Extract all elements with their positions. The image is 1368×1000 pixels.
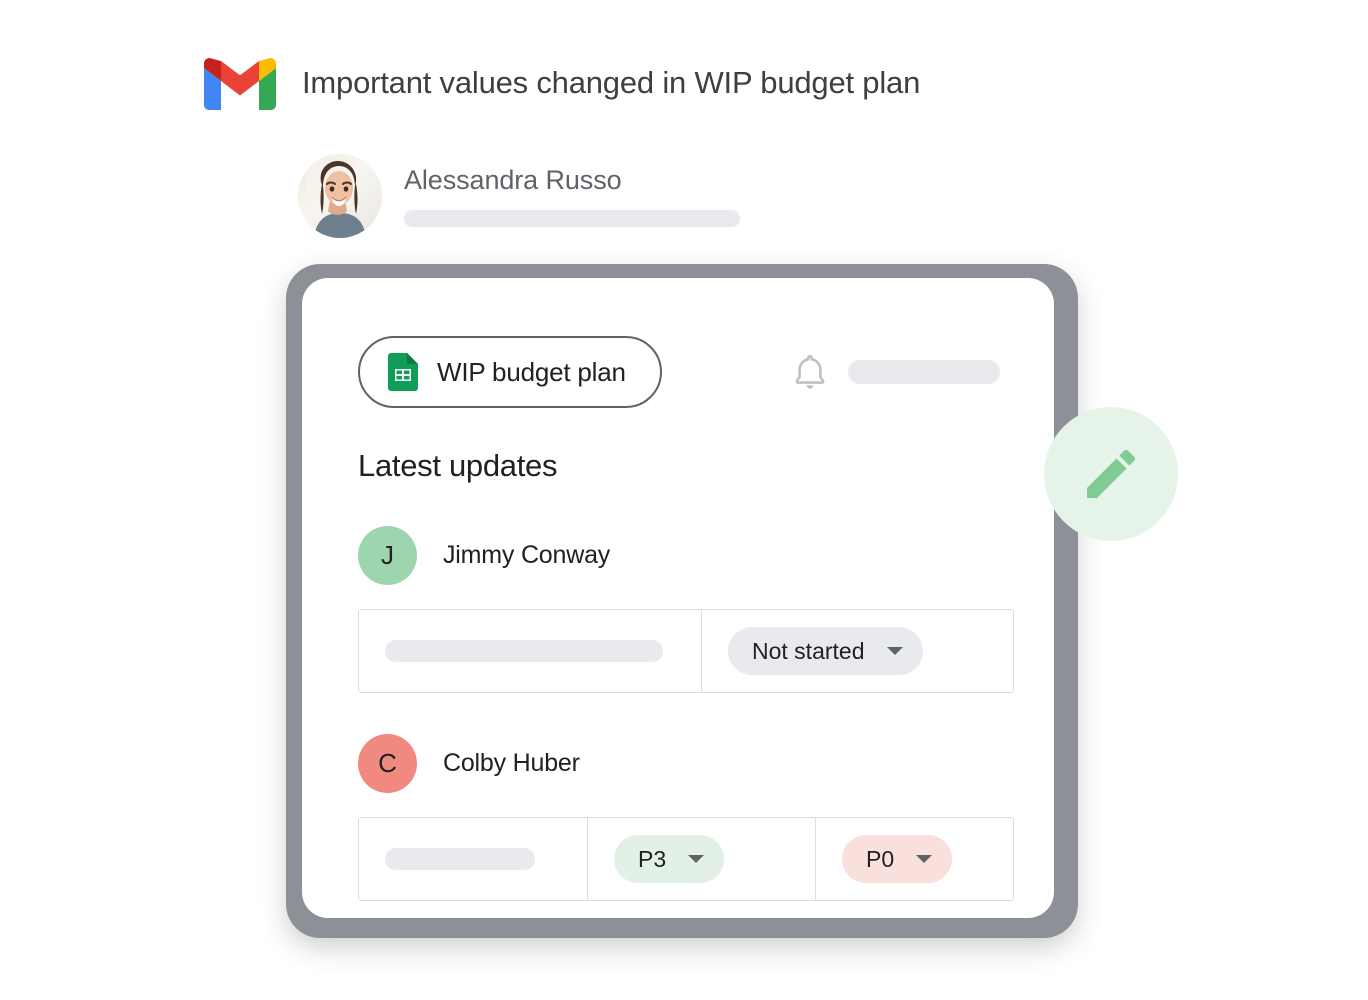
chevron-down-icon [688, 855, 705, 863]
mail-header: Important values changed in WIP budget p… [204, 56, 920, 110]
notification-placeholder [848, 360, 1000, 384]
priority-select-value: P3 [638, 845, 667, 872]
chevron-down-icon [886, 647, 903, 655]
table-row: P3 P0 [358, 817, 1014, 901]
person-row: J Jimmy Conway [358, 526, 1014, 585]
card-toolbar: WIP budget plan [358, 336, 1010, 408]
person-row: C Colby Huber [358, 734, 1014, 793]
google-sheets-icon [388, 353, 418, 391]
avatar-initial: J [358, 526, 417, 585]
avatar [298, 154, 382, 238]
bell-icon[interactable] [792, 352, 828, 392]
table-cell-status[interactable]: Not started [701, 610, 1013, 692]
sender-name: Alessandra Russo [404, 165, 622, 195]
sender-meta: Alessandra Russo [404, 165, 740, 227]
edit-button[interactable] [1044, 407, 1178, 541]
table-cell-priority-2[interactable]: P0 [815, 818, 1013, 900]
update-block: J Jimmy Conway Not started [358, 526, 1014, 693]
person-name: Jimmy Conway [443, 541, 611, 569]
table-cell-text[interactable] [359, 610, 701, 692]
pencil-edit-icon [1079, 442, 1143, 506]
cell-value-placeholder [385, 848, 535, 870]
cell-value-placeholder [385, 640, 663, 662]
table-row: Not started [358, 609, 1014, 693]
device-card-frame: WIP budget plan Latest updates J Jimmy C… [286, 264, 1078, 938]
updates-list: J Jimmy Conway Not started C Colby Huber… [358, 526, 1014, 901]
sender-row: Alessandra Russo [298, 154, 740, 238]
table-cell-text[interactable] [359, 818, 587, 900]
update-block: C Colby Huber P3 P0 [358, 734, 1014, 901]
document-chip[interactable]: WIP budget plan [358, 336, 662, 408]
table-cell-priority-1[interactable]: P3 [587, 818, 815, 900]
card-content: WIP budget plan Latest updates J Jimmy C… [302, 278, 1054, 918]
priority-select-p0[interactable]: P0 [842, 835, 953, 883]
status-select-value: Not started [752, 637, 865, 664]
sender-subject-placeholder [404, 210, 740, 227]
person-name: Colby Huber [443, 749, 580, 777]
document-chip-label: WIP budget plan [437, 356, 626, 387]
notification-area [792, 352, 1000, 392]
priority-select-p3[interactable]: P3 [614, 835, 725, 883]
gmail-icon [204, 56, 276, 110]
page-title: Important values changed in WIP budget p… [302, 65, 921, 100]
priority-select-value: P0 [866, 845, 895, 872]
avatar-initial: C [358, 734, 417, 793]
section-title: Latest updates [358, 448, 558, 483]
chevron-down-icon [916, 855, 933, 863]
status-select[interactable]: Not started [728, 627, 923, 675]
